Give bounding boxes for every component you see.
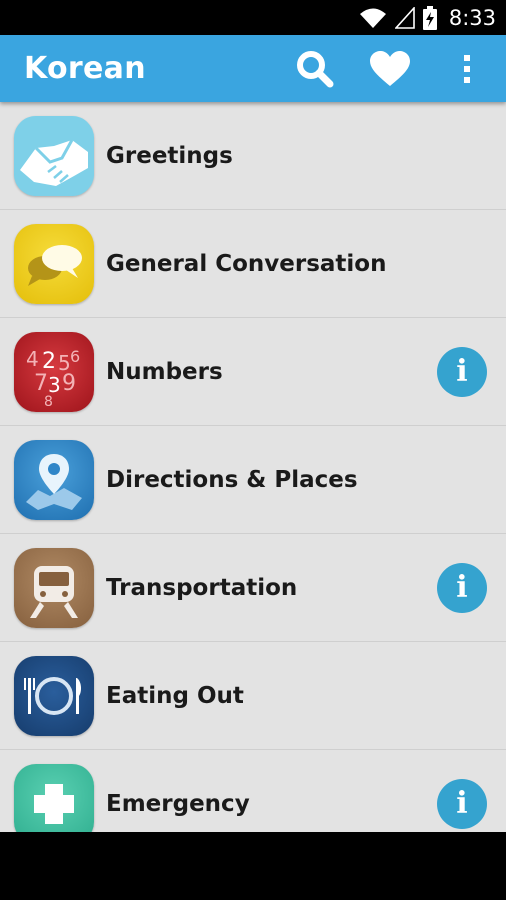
- numbers-icon: 4 2 5 6 7 3 9 8: [14, 331, 94, 412]
- list-item-numbers[interactable]: 4 2 5 6 7 3 9 8 Numbers i: [0, 318, 506, 426]
- search-icon: [297, 50, 334, 87]
- info-icon: i: [456, 569, 468, 605]
- info-button[interactable]: i: [437, 346, 487, 397]
- info-icon: i: [456, 785, 468, 821]
- app-title: Korean: [24, 51, 146, 86]
- info-button[interactable]: i: [437, 778, 487, 829]
- favorites-button[interactable]: [365, 35, 415, 102]
- list-item-directions-places[interactable]: Directions & Places: [0, 426, 506, 534]
- svg-text:6: 6: [70, 347, 80, 366]
- battery-charging-icon: [422, 5, 437, 30]
- app-bar: Korean: [0, 35, 506, 102]
- list-item-label: General Conversation: [106, 250, 387, 277]
- more-vert-icon: [464, 54, 470, 83]
- list-item-eating-out[interactable]: Eating Out: [0, 642, 506, 750]
- map-pin-icon: [14, 439, 94, 520]
- svg-text:8: 8: [44, 394, 53, 410]
- speech-bubbles-icon: [14, 223, 94, 304]
- status-bar: 8:33: [0, 0, 506, 35]
- svg-text:9: 9: [62, 371, 76, 396]
- medical-cross-icon: [14, 763, 94, 832]
- search-button[interactable]: [290, 35, 340, 102]
- info-button[interactable]: i: [437, 562, 487, 613]
- list-item-label: Greetings: [106, 142, 233, 169]
- train-icon: [14, 547, 94, 628]
- list-item-emergency[interactable]: Emergency i: [0, 750, 506, 832]
- plate-cutlery-icon: [14, 655, 94, 736]
- list-item-label: Numbers: [106, 358, 223, 385]
- list-item-transportation[interactable]: Transportation i: [0, 534, 506, 642]
- list-item-label: Directions & Places: [106, 466, 358, 493]
- system-nav-bar: [0, 832, 506, 900]
- list-item-label: Transportation: [106, 574, 298, 601]
- category-list: Greetings General Conversation 4 2 5 6 7…: [0, 102, 506, 832]
- handshake-icon: [14, 115, 94, 196]
- svg-text:7: 7: [34, 371, 48, 396]
- list-item-general-conversation[interactable]: General Conversation: [0, 210, 506, 318]
- overflow-menu-button[interactable]: [452, 35, 482, 102]
- list-item-label: Emergency: [106, 790, 250, 817]
- heart-icon: [370, 50, 410, 86]
- status-clock: 8:33: [448, 5, 496, 30]
- list-item-greetings[interactable]: Greetings: [0, 102, 506, 210]
- info-icon: i: [456, 353, 468, 389]
- list-item-label: Eating Out: [106, 682, 244, 709]
- svg-text:4: 4: [26, 347, 39, 371]
- cell-signal-icon: [394, 6, 415, 29]
- wifi-icon: [359, 7, 387, 29]
